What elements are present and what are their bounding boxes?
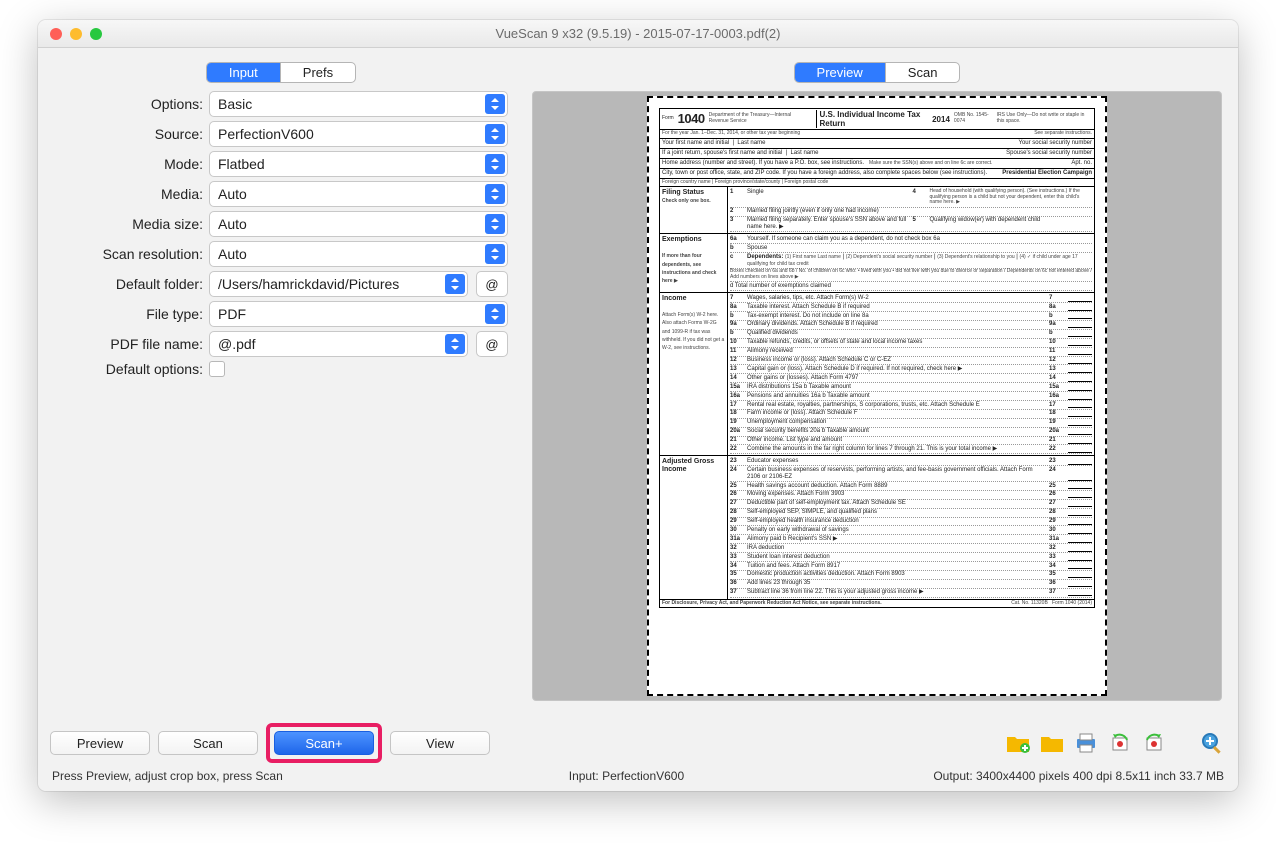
mediasize-label: Media size: xyxy=(54,216,209,232)
chevron-updown-icon xyxy=(445,274,465,294)
options-select[interactable]: Basic xyxy=(209,91,508,117)
doc-note: IRS Use Only—Do not write or staple in t… xyxy=(997,113,1092,125)
folder-icon[interactable] xyxy=(1038,730,1066,756)
mode-value: Flatbed xyxy=(218,156,265,172)
chevron-updown-icon xyxy=(485,244,505,264)
bottom-toolbar: Preview Scan Scan+ View xyxy=(38,717,1238,767)
media-value: Auto xyxy=(218,186,247,202)
scan-button[interactable]: Scan xyxy=(158,731,258,755)
close-icon[interactable] xyxy=(50,28,62,40)
scanned-document: Form 1040 Department of the Treasury—Int… xyxy=(647,96,1107,696)
app-window: VueScan 9 x32 (9.5.19) - 2015-07-17-0003… xyxy=(38,20,1238,791)
defaults-label: Default options: xyxy=(54,361,209,377)
defaults-checkbox[interactable] xyxy=(209,361,225,377)
pdfname-value: @.pdf xyxy=(218,336,256,352)
rotate-left-icon[interactable] xyxy=(1106,730,1134,756)
chevron-updown-icon xyxy=(445,334,465,354)
chevron-updown-icon xyxy=(485,214,505,234)
chevron-updown-icon xyxy=(485,304,505,324)
filetype-select[interactable]: PDF xyxy=(209,301,508,327)
doc-omb: OMB No. 1545-0074 xyxy=(954,113,993,125)
source-select[interactable]: PerfectionV600 xyxy=(209,121,508,147)
tab-scan[interactable]: Scan xyxy=(885,63,960,82)
options-label: Options: xyxy=(54,96,209,112)
titlebar: VueScan 9 x32 (9.5.19) - 2015-07-17-0003… xyxy=(38,20,1238,48)
preview-area[interactable]: Form 1040 Department of the Treasury—Int… xyxy=(532,91,1222,701)
zoom-icon[interactable] xyxy=(90,28,102,40)
status-right: Output: 3400x4400 pixels 400 dpi 8.5x11 … xyxy=(933,769,1224,783)
window-title: VueScan 9 x32 (9.5.19) - 2015-07-17-0003… xyxy=(48,26,1228,41)
zoom-icon[interactable] xyxy=(1198,730,1226,756)
folder-at-button[interactable]: @ xyxy=(476,271,508,297)
folder-add-icon[interactable] xyxy=(1004,730,1032,756)
tab-prefs[interactable]: Prefs xyxy=(280,63,355,82)
settings-panel: Input Prefs Options: Basic Source: Perfe… xyxy=(46,56,516,709)
chevron-updown-icon xyxy=(485,184,505,204)
media-select[interactable]: Auto xyxy=(209,181,508,207)
chevron-updown-icon xyxy=(485,124,505,144)
status-bar: Press Preview, adjust crop box, press Sc… xyxy=(38,767,1238,791)
resolution-value: Auto xyxy=(218,246,247,262)
mediasize-value: Auto xyxy=(218,216,247,232)
pdfname-select[interactable]: @.pdf xyxy=(209,331,468,357)
options-value: Basic xyxy=(218,96,252,112)
scanplus-highlight: Scan+ xyxy=(266,723,382,763)
chevron-updown-icon xyxy=(485,154,505,174)
preview-panel: Preview Scan Form 1040 Department of the… xyxy=(524,56,1230,709)
tab-input[interactable]: Input xyxy=(207,63,280,82)
preview-button[interactable]: Preview xyxy=(50,731,150,755)
pdfname-at-button[interactable]: @ xyxy=(476,331,508,357)
doc-dept: Department of the Treasury—Internal Reve… xyxy=(709,113,812,125)
folder-select[interactable]: /Users/hamrickdavid/Pictures xyxy=(209,271,468,297)
mediasize-select[interactable]: Auto xyxy=(209,211,508,237)
rotate-right-icon[interactable] xyxy=(1140,730,1168,756)
filetype-label: File type: xyxy=(54,306,209,322)
status-left: Press Preview, adjust crop box, press Sc… xyxy=(52,769,283,783)
folder-value: /Users/hamrickdavid/Pictures xyxy=(218,276,399,292)
tab-preview[interactable]: Preview xyxy=(795,63,885,82)
mode-label: Mode: xyxy=(54,156,209,172)
printer-icon[interactable] xyxy=(1072,730,1100,756)
window-controls xyxy=(50,28,102,40)
source-label: Source: xyxy=(54,126,209,142)
folder-label: Default folder: xyxy=(54,276,209,292)
right-tabs: Preview Scan xyxy=(794,62,961,83)
doc-form-number: 1040 xyxy=(678,112,705,127)
resolution-label: Scan resolution: xyxy=(54,246,209,262)
doc-title: U.S. Individual Income Tax Return xyxy=(816,110,929,128)
status-mid: Input: PerfectionV600 xyxy=(569,769,684,783)
pdfname-label: PDF file name: xyxy=(54,336,209,352)
view-button[interactable]: View xyxy=(390,731,490,755)
minimize-icon[interactable] xyxy=(70,28,82,40)
scanplus-button[interactable]: Scan+ xyxy=(274,731,374,755)
filetype-value: PDF xyxy=(218,306,246,322)
mode-select[interactable]: Flatbed xyxy=(209,151,508,177)
chevron-updown-icon xyxy=(485,94,505,114)
resolution-select[interactable]: Auto xyxy=(209,241,508,267)
left-tabs: Input Prefs xyxy=(206,62,356,83)
source-value: PerfectionV600 xyxy=(218,126,314,142)
media-label: Media: xyxy=(54,186,209,202)
